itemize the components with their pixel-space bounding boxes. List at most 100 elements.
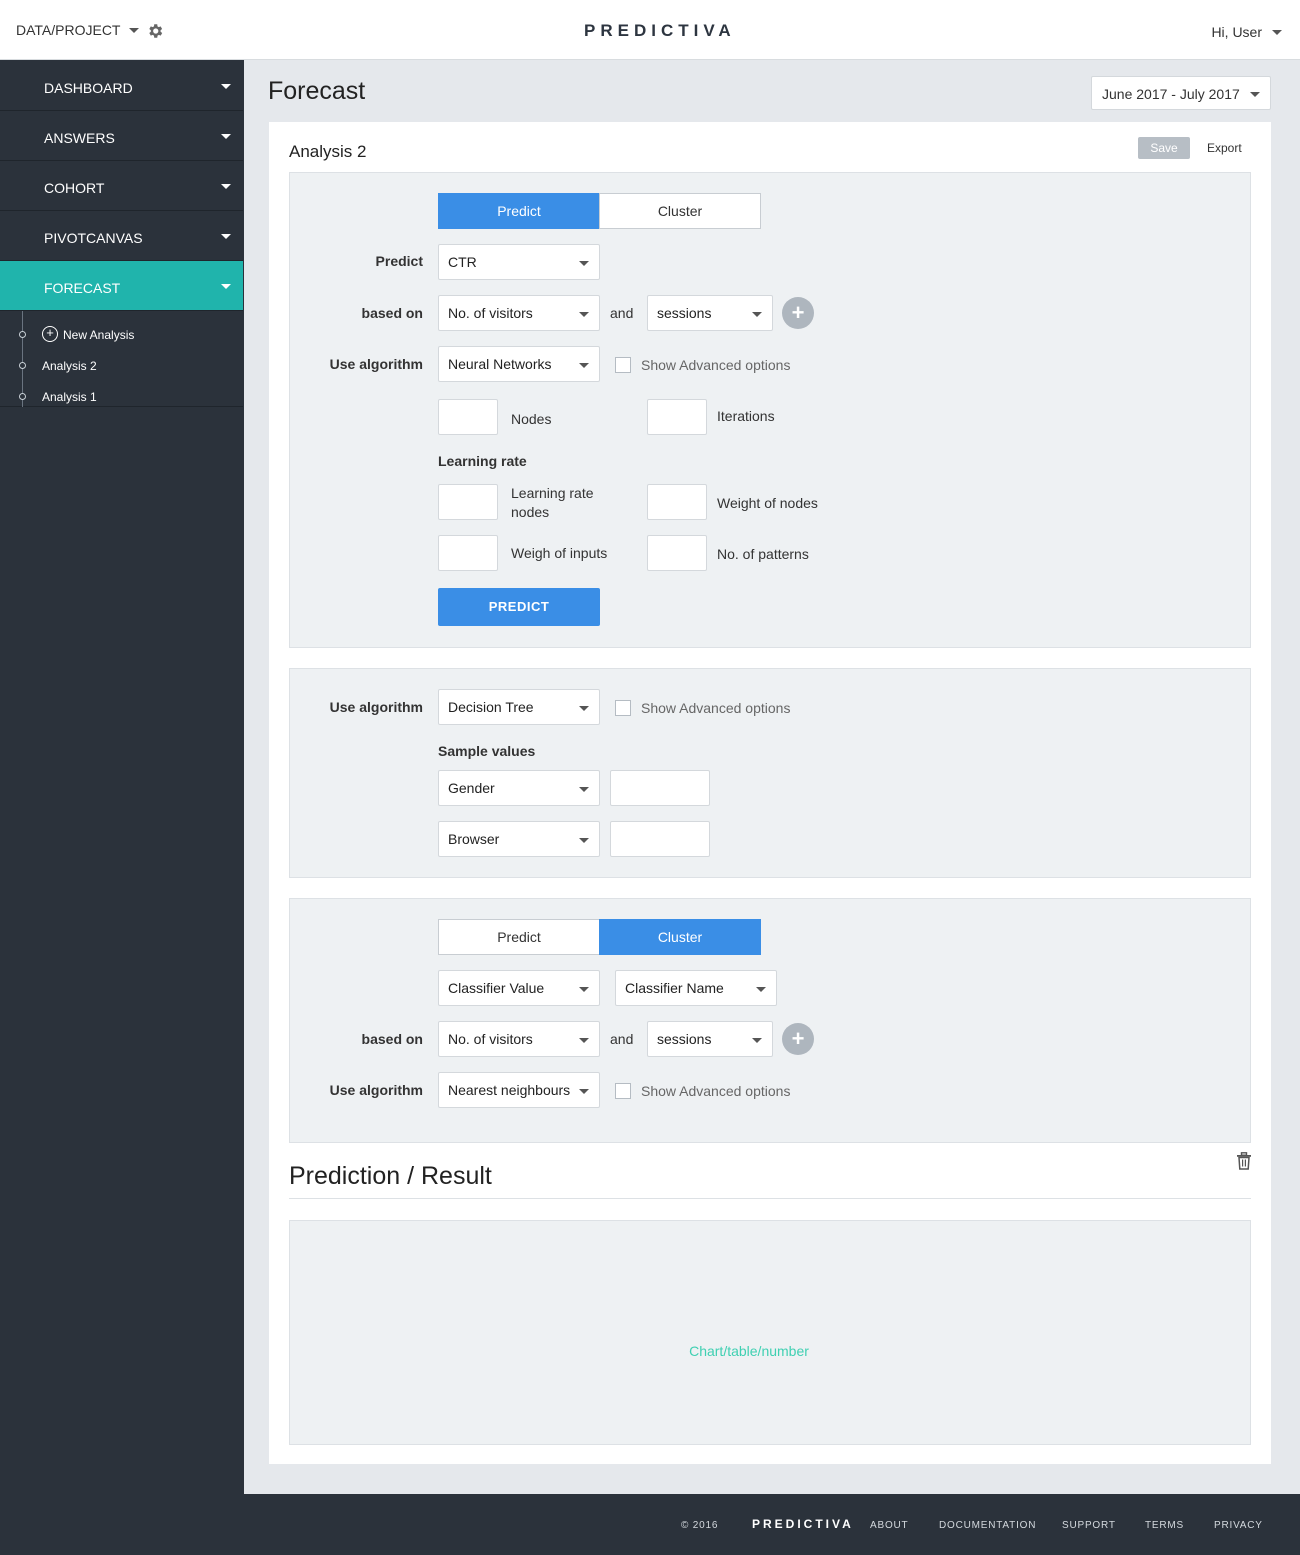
chevron-down-icon bbox=[756, 987, 766, 992]
chevron-down-icon bbox=[579, 838, 589, 843]
toggle-cluster[interactable]: Cluster bbox=[599, 193, 761, 229]
sidebar-item-label: ANSWERS bbox=[44, 130, 115, 146]
sidebar-item-answers[interactable]: ANSWERS bbox=[0, 111, 243, 161]
chevron-down-icon bbox=[579, 312, 589, 317]
sidebar-item-pivotcanvas[interactable]: PIVOTCANVAS bbox=[0, 211, 243, 261]
add-variable-button[interactable]: + bbox=[782, 297, 814, 329]
user-label: Hi, User bbox=[1211, 24, 1262, 40]
sidebar-item-label: COHORT bbox=[44, 180, 105, 196]
advanced-options-checkbox[interactable] bbox=[615, 357, 631, 373]
chevron-down-icon bbox=[752, 312, 762, 317]
subnav-analysis-1[interactable]: Analysis 1 bbox=[0, 382, 243, 412]
page-title: Forecast bbox=[268, 77, 366, 105]
based-on-value: No. of visitors bbox=[448, 1031, 533, 1047]
toggle-cluster[interactable]: Cluster bbox=[599, 919, 761, 955]
footer-link-documentation[interactable]: DOCUMENTATION bbox=[939, 1520, 1036, 1531]
export-button[interactable]: Export bbox=[1207, 141, 1242, 155]
advanced-options-label: Show Advanced options bbox=[641, 357, 791, 373]
weigh-of-inputs-input[interactable] bbox=[438, 535, 498, 571]
footer-link-terms[interactable]: TERMS bbox=[1145, 1520, 1184, 1531]
algorithm-select[interactable]: Nearest neighbours bbox=[438, 1072, 600, 1108]
toggle-predict[interactable]: Predict bbox=[438, 193, 600, 229]
and-label: and bbox=[610, 305, 634, 321]
and-select[interactable]: sessions bbox=[647, 295, 773, 331]
algorithm-select[interactable]: Neural Networks bbox=[438, 346, 600, 382]
classifier-value-select[interactable]: Classifier Value bbox=[438, 970, 600, 1006]
sidebar-item-cohort[interactable]: COHORT bbox=[0, 161, 243, 211]
no-of-patterns-input[interactable] bbox=[647, 535, 707, 571]
chevron-down-icon bbox=[1250, 92, 1260, 97]
subnav-analysis-2[interactable]: Analysis 2 bbox=[0, 351, 243, 381]
learning-rate-nodes-label: Learning rate nodes bbox=[511, 485, 594, 520]
trash-icon[interactable] bbox=[1236, 1152, 1252, 1170]
based-on-value: No. of visitors bbox=[448, 305, 533, 321]
and-label: and bbox=[610, 1031, 634, 1047]
chevron-down-icon bbox=[752, 1038, 762, 1043]
predict-select[interactable]: CTR bbox=[438, 244, 600, 280]
no-of-patterns-label: No. of patterns bbox=[717, 546, 809, 562]
chevron-down-icon bbox=[579, 787, 589, 792]
sample-value: Browser bbox=[448, 831, 500, 847]
sidebar-item-dashboard[interactable]: DASHBOARD bbox=[0, 61, 243, 111]
chevron-down-icon bbox=[579, 1038, 589, 1043]
chevron-down-icon bbox=[1272, 29, 1282, 35]
and-value: sessions bbox=[657, 305, 712, 321]
iterations-input[interactable] bbox=[647, 399, 707, 435]
sidebar-item-forecast[interactable]: FORECAST bbox=[0, 261, 243, 311]
chevron-down-icon bbox=[579, 363, 589, 368]
project-selector[interactable]: DATA/PROJECT bbox=[16, 22, 139, 38]
nodes-input[interactable] bbox=[438, 399, 498, 435]
chevron-down-icon bbox=[579, 1089, 589, 1094]
sample-value: Gender bbox=[448, 780, 495, 796]
classifier-name-select[interactable]: Classifier Name bbox=[615, 970, 777, 1006]
toggle-predict[interactable]: Predict bbox=[438, 919, 600, 955]
footer-link-about[interactable]: ABOUT bbox=[870, 1520, 908, 1531]
advanced-options-label: Show Advanced options bbox=[641, 1083, 791, 1099]
sample-values-heading: Sample values bbox=[438, 743, 536, 759]
algorithm-label: Use algorithm bbox=[329, 1082, 423, 1098]
sample-gender-select[interactable]: Gender bbox=[438, 770, 600, 806]
weight-of-nodes-input[interactable] bbox=[647, 484, 707, 520]
chevron-down-icon bbox=[221, 184, 231, 189]
and-select[interactable]: sessions bbox=[647, 1021, 773, 1057]
add-variable-button[interactable]: + bbox=[782, 1023, 814, 1055]
forecast-subnav: + New Analysis Analysis 2 Analysis 1 bbox=[0, 311, 243, 407]
footer-link-privacy[interactable]: PRIVACY bbox=[1214, 1520, 1263, 1531]
chevron-down-icon bbox=[221, 284, 231, 289]
chevron-down-icon bbox=[221, 234, 231, 239]
advanced-options-checkbox[interactable] bbox=[615, 700, 631, 716]
predict-label: Predict bbox=[375, 253, 423, 269]
algorithm-label: Use algorithm bbox=[329, 356, 423, 372]
sample-browser-input[interactable] bbox=[610, 821, 710, 857]
based-on-label: based on bbox=[361, 305, 423, 321]
top-header: DATA/PROJECT PREDICTIVA Hi, User bbox=[0, 0, 1300, 60]
learning-rate-nodes-input[interactable] bbox=[438, 484, 498, 520]
footer-link-support[interactable]: SUPPORT bbox=[1062, 1520, 1116, 1531]
date-range-value: June 2017 - July 2017 bbox=[1102, 86, 1240, 102]
advanced-options-checkbox[interactable] bbox=[615, 1083, 631, 1099]
sidebar-item-label: PIVOTCANVAS bbox=[44, 230, 143, 246]
algorithm-label: Use algorithm bbox=[329, 699, 423, 715]
based-on-select[interactable]: No. of visitors bbox=[438, 295, 600, 331]
save-button[interactable]: Save bbox=[1138, 137, 1190, 159]
sample-gender-input[interactable] bbox=[610, 770, 710, 806]
algorithm-select[interactable]: Decision Tree bbox=[438, 689, 600, 725]
user-menu[interactable]: Hi, User bbox=[1211, 24, 1282, 40]
date-range-select[interactable]: June 2017 - July 2017 bbox=[1091, 76, 1271, 110]
based-on-select[interactable]: No. of visitors bbox=[438, 1021, 600, 1057]
subnav-new-analysis[interactable]: + New Analysis bbox=[0, 320, 243, 350]
weigh-of-inputs-label: Weigh of inputs bbox=[511, 545, 608, 561]
sample-browser-select[interactable]: Browser bbox=[438, 821, 600, 857]
sidebar-item-label: FORECAST bbox=[44, 280, 121, 296]
chevron-down-icon bbox=[579, 987, 589, 992]
chevron-down-icon bbox=[579, 261, 589, 266]
algorithm-value: Neural Networks bbox=[448, 356, 552, 372]
subnav-label: Analysis 1 bbox=[42, 390, 97, 404]
subnav-label: New Analysis bbox=[63, 328, 135, 342]
sidebar-item-label: DASHBOARD bbox=[44, 80, 133, 96]
project-label: DATA/PROJECT bbox=[16, 22, 121, 38]
gear-icon[interactable] bbox=[146, 22, 164, 40]
predict-button[interactable]: PREDICT bbox=[438, 588, 600, 626]
card-title: Analysis 2 bbox=[289, 142, 367, 161]
bullet-icon bbox=[19, 331, 26, 338]
